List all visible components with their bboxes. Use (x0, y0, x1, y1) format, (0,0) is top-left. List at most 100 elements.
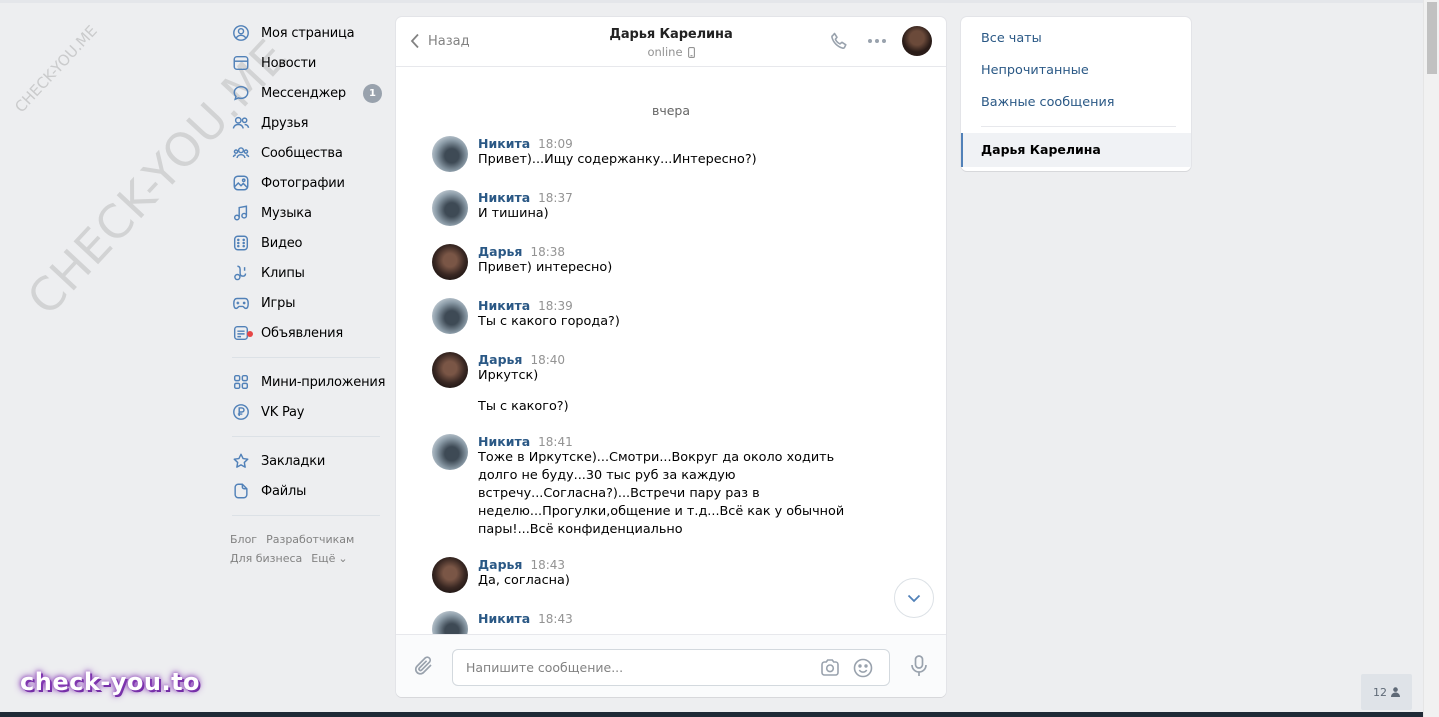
message-author[interactable]: Никита (478, 611, 530, 626)
nav-label: Фотографии (261, 175, 345, 191)
nav-item-friends[interactable]: Друзья (230, 108, 382, 138)
message-author[interactable]: Никита (478, 136, 530, 151)
nav-item-bookmarks[interactable]: Закладки (230, 446, 382, 476)
page-scrollbar[interactable] (1423, 0, 1439, 717)
chat-header: Назад Дарья Карелина online (396, 17, 946, 67)
footer-links: Блог Разработчикам Для бизнеса Ещё ⌄ (230, 530, 382, 568)
nav-label: Сообщества (261, 145, 343, 161)
attach-icon[interactable] (413, 654, 435, 682)
message-author[interactable]: Дарья (478, 557, 522, 572)
conversation-filter-panel: Все чаты Непрочитанные Важные сообщения … (961, 17, 1191, 171)
message-author[interactable]: Дарья (478, 352, 522, 367)
nav-item-classifieds[interactable]: Объявления (230, 318, 382, 348)
scrollbar-thumb[interactable] (1427, 2, 1437, 74)
vkpay-icon (232, 403, 250, 421)
nav-divider (232, 515, 380, 516)
avatar[interactable] (432, 190, 468, 226)
footer-link-business[interactable]: Для бизнеса (230, 552, 302, 565)
nav-item-games[interactable]: Игры (230, 288, 382, 318)
nav-item-my-page[interactable]: Моя страница (230, 18, 382, 48)
microphone-icon[interactable] (909, 654, 929, 682)
camera-icon[interactable] (819, 657, 841, 683)
nav-item-music[interactable]: Музыка (230, 198, 382, 228)
footer-link-more[interactable]: Ещё ⌄ (311, 552, 356, 565)
message-time[interactable]: 18:09 (538, 137, 573, 151)
scroll-down-button[interactable] (894, 578, 934, 618)
nav-item-photos[interactable]: Фотографии (230, 168, 382, 198)
message-input[interactable] (453, 650, 793, 685)
avatar[interactable] (432, 298, 468, 334)
nav-label: Объявления (261, 325, 343, 341)
avatar[interactable] (432, 136, 468, 172)
user-circle-icon (232, 24, 250, 42)
music-icon (232, 204, 250, 222)
message: Никита 18:41 Тоже в Иркутске)...Смотри...… (396, 434, 946, 539)
message-history[interactable]: вчера Никита 18:09 Привет)...Ищу содержан… (396, 68, 946, 634)
nav-item-messenger[interactable]: Мессенджер 1 (230, 78, 382, 108)
nav-item-video[interactable]: Видео (230, 228, 382, 258)
photo-icon (232, 174, 250, 192)
nav-item-mini-apps[interactable]: Мини-приложения (230, 367, 386, 397)
message-time[interactable]: 18:43 (530, 558, 565, 572)
avatar[interactable] (432, 557, 468, 593)
filter-all-chats[interactable]: Все чаты (961, 23, 1191, 55)
message-time[interactable]: 18:41 (538, 435, 573, 449)
nav-item-files[interactable]: Файлы (230, 476, 382, 506)
nav-label: Закладки (261, 453, 326, 469)
message-time[interactable]: 18:40 (530, 353, 565, 367)
avatar[interactable] (432, 244, 468, 280)
filter-unread[interactable]: Непрочитанные (961, 55, 1191, 87)
friends-icon (232, 114, 250, 132)
chevron-down-icon (907, 594, 921, 602)
message: Никита 18:43 (396, 611, 946, 634)
nav-item-clips[interactable]: Клипы (230, 258, 382, 288)
more-icon[interactable] (864, 28, 890, 54)
nav-item-communities[interactable]: Сообщества (230, 138, 382, 168)
nav-label: Мини-приложения (261, 374, 386, 390)
peer-avatar[interactable] (902, 26, 932, 56)
day-separator: вчера (651, 103, 691, 118)
message-author[interactable]: Дарья (478, 244, 522, 259)
left-navigation: Моя страница Новости Мессенджер 1 Друзья… (230, 18, 386, 568)
footer-more-label: Ещё (311, 552, 336, 565)
message-author[interactable]: Никита (478, 434, 530, 449)
top-strip (0, 0, 1423, 3)
nav-label: Клипы (261, 265, 305, 281)
file-icon (232, 482, 250, 500)
message-time[interactable]: 18:38 (530, 245, 565, 259)
online-friends-counter[interactable]: 12 (1361, 674, 1412, 710)
message-time[interactable]: 18:43 (538, 612, 573, 626)
footer-link-blog[interactable]: Блог (230, 533, 257, 546)
message-author[interactable]: Никита (478, 298, 530, 313)
nav-label: Видео (261, 235, 303, 251)
nav-label: Новости (261, 55, 317, 71)
active-conversation-item[interactable]: Дарья Карелина (961, 133, 1191, 167)
phone-icon[interactable] (826, 28, 852, 54)
communities-icon (232, 144, 250, 162)
nav-item-news[interactable]: Новости (230, 48, 382, 78)
avatar[interactable] (432, 352, 468, 388)
footer-link-developers[interactable]: Разработчикам (266, 533, 354, 546)
person-icon (1391, 687, 1400, 697)
avatar[interactable] (432, 434, 468, 470)
message-icon (232, 84, 250, 102)
nav-label: Друзья (261, 115, 309, 131)
message-author[interactable]: Никита (478, 190, 530, 205)
message-time[interactable]: 18:37 (538, 191, 573, 205)
notification-dot (247, 331, 253, 337)
filter-important[interactable]: Важные сообщения (961, 87, 1191, 119)
messenger-unread-badge: 1 (363, 84, 382, 103)
classifieds-icon (232, 324, 253, 342)
smile-icon[interactable] (852, 657, 874, 683)
message: Дарья 18:38 Привет) интересно) (396, 244, 946, 280)
nav-label: VK Pay (261, 404, 305, 420)
apps-icon (232, 373, 250, 391)
avatar[interactable] (432, 611, 468, 634)
message: Дарья 18:43 Да, согласна) (396, 557, 946, 593)
peer-status-text: online (647, 45, 683, 59)
nav-item-vkpay[interactable]: VK Pay (230, 397, 382, 427)
message-time[interactable]: 18:39 (538, 299, 573, 313)
message-text: Привет) интересно) (478, 260, 613, 275)
taskbar-strip (0, 712, 1423, 717)
message: Дарья 18:40 Иркутск) Ты с какого?) (396, 352, 946, 416)
